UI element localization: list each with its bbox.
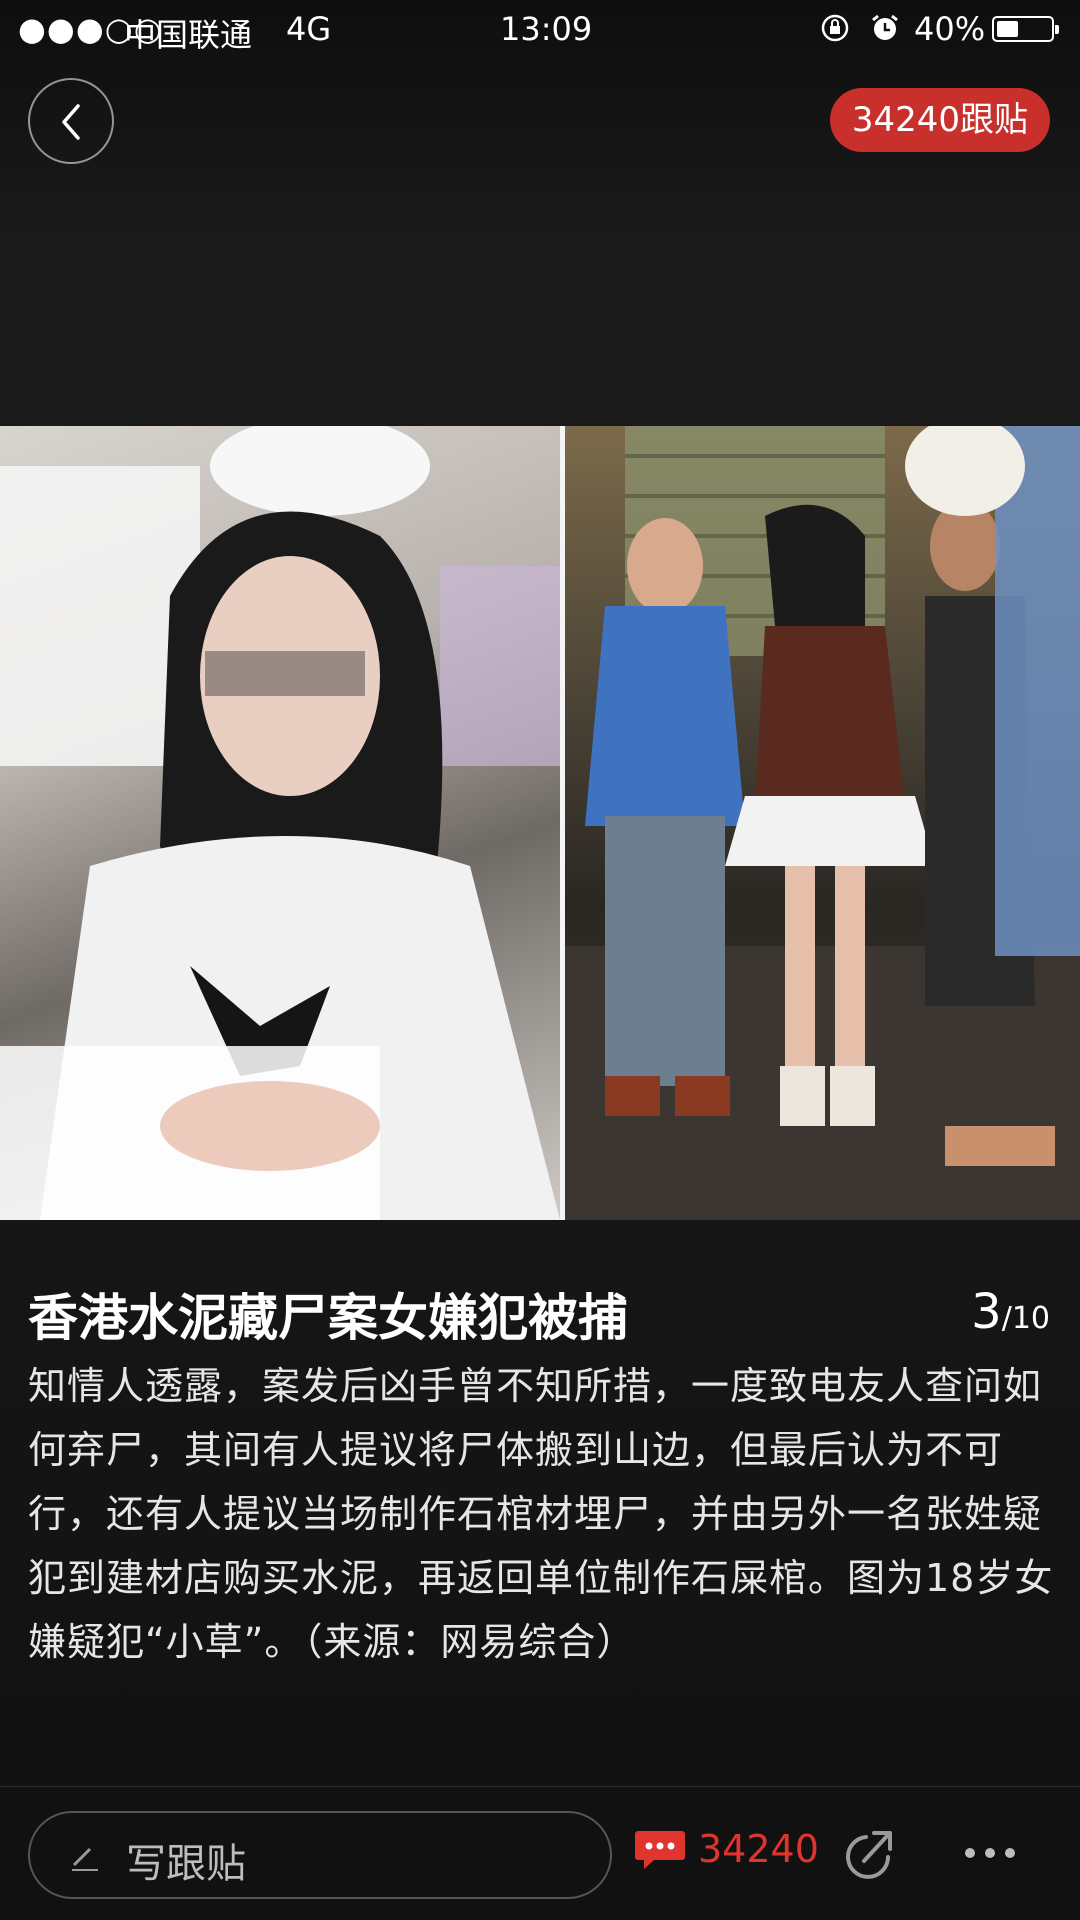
article-title: 香港水泥藏尸案女嫌犯被捕 [28, 1289, 628, 1347]
photo-right-panel [565, 426, 1080, 1220]
comment-count: 34240 [698, 1827, 819, 1871]
carrier-name: 中国联通 [124, 16, 253, 54]
alarm-icon [872, 14, 898, 40]
bottom-bar: 写跟贴 34240 [0, 1786, 1080, 1920]
comment-bubble-icon [635, 1831, 685, 1869]
comment-count-badge[interactable]: 34240跟贴 [829, 88, 1050, 152]
write-comment-input[interactable]: 写跟贴 [28, 1811, 612, 1899]
photo-left-panel [0, 426, 560, 1220]
share-icon[interactable] [842, 1827, 898, 1883]
battery-icon [992, 16, 1059, 42]
article-caption: 知情人透露，案发后凶手曾不知所措，一度致电友人查问如何弃尸，其间有人提议将尸体搬… [28, 1364, 1054, 1664]
battery-percent: 40% [914, 10, 986, 48]
screen: ●●●○○ 中国联通 4G 13:09 40% 34240跟贴 香港水泥藏尸案女… [0, 0, 1080, 1920]
girl-portrait-illustration [0, 426, 560, 1220]
comment-placeholder: 写跟贴 [126, 1841, 246, 1887]
more-options-icon[interactable] [962, 1843, 1018, 1863]
network-type: 4G [286, 10, 332, 48]
page-current: 3 [971, 1284, 1002, 1340]
chevron-left-icon [62, 104, 80, 140]
page-indicator: 3/10 [971, 1284, 1050, 1340]
page-total: /10 [1001, 1301, 1050, 1336]
battery-level [997, 21, 1018, 37]
news-photo [0, 426, 1080, 1220]
arrest-scene-illustration [565, 426, 1080, 1220]
pen-icon [72, 1847, 98, 1871]
clock: 13:09 [500, 10, 593, 48]
back-button[interactable] [28, 78, 114, 164]
status-bar: ●●●○○ 中国联通 4G 13:09 40% [0, 0, 1080, 60]
rotation-lock-icon [821, 14, 849, 42]
